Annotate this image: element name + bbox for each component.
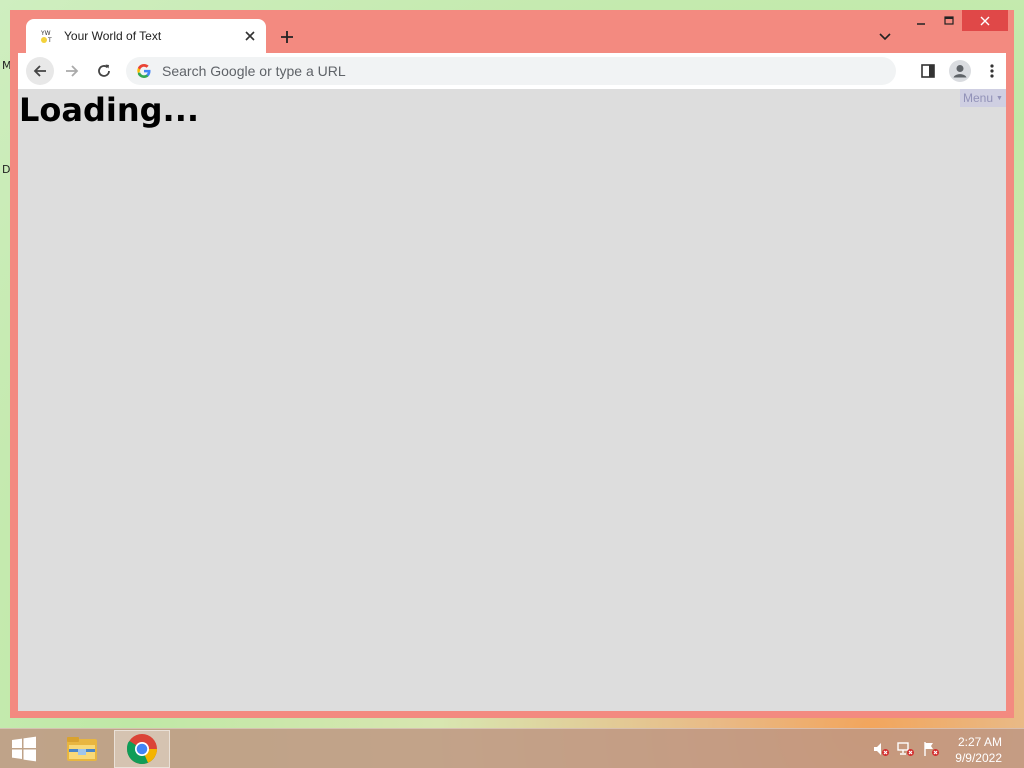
taskbar-file-explorer[interactable] (54, 730, 110, 768)
tab-title: Your World of Text (64, 29, 162, 43)
back-button[interactable] (26, 57, 54, 85)
maximize-button[interactable] (936, 10, 962, 31)
windows-logo-icon (12, 736, 36, 762)
minimize-icon (917, 22, 925, 25)
page-menu-button[interactable]: Menu ▼ (960, 89, 1006, 107)
more-vertical-icon (990, 64, 994, 78)
maximize-icon (944, 15, 954, 25)
start-button[interactable] (0, 729, 48, 768)
browser-menu-button[interactable] (978, 57, 1006, 85)
folder-icon (67, 737, 97, 761)
chrome-window: YW T Your World of Text Search Google or… (10, 10, 1014, 718)
side-panel-icon (921, 64, 935, 78)
tab-close-button[interactable] (242, 28, 258, 44)
tab-search-button[interactable] (874, 26, 896, 48)
arrow-right-icon (66, 65, 79, 77)
taskbar: 2:27 AM 9/9/2022 (0, 728, 1024, 768)
minimize-button[interactable] (906, 10, 936, 31)
svg-text:T: T (47, 37, 52, 44)
svg-text:YW: YW (40, 30, 51, 37)
volume-muted-icon[interactable] (872, 741, 890, 757)
loading-text: Loading... (19, 91, 199, 129)
side-panel-button[interactable] (914, 57, 942, 85)
omnibox-input[interactable] (160, 62, 896, 80)
action-center-flag-icon[interactable] (922, 741, 940, 757)
profile-button[interactable] (946, 57, 974, 85)
close-icon (245, 31, 255, 41)
plus-icon (281, 31, 293, 43)
yw-ot-favicon-icon: YW T (40, 28, 56, 44)
forward-button[interactable] (58, 57, 86, 85)
close-window-button[interactable] (962, 10, 1008, 31)
menu-label: Menu (963, 91, 994, 105)
tab-your-world-of-text[interactable]: YW T Your World of Text (26, 19, 266, 53)
page-content[interactable]: Loading... Menu ▼ (18, 89, 1006, 711)
network-disconnected-icon[interactable] (897, 741, 915, 757)
new-tab-button[interactable] (276, 26, 298, 48)
taskbar-google-chrome[interactable] (114, 730, 170, 768)
reload-icon (98, 64, 110, 77)
profile-avatar-icon (949, 60, 971, 82)
chrome-logo-icon (127, 734, 157, 765)
arrow-left-icon (33, 65, 46, 77)
reload-button[interactable] (90, 57, 118, 85)
chevron-down-icon (879, 33, 891, 41)
clock-date: 9/9/2022 (955, 751, 1002, 765)
caret-down-icon: ▼ (996, 94, 1003, 102)
address-bar[interactable] (126, 57, 896, 85)
taskbar-clock[interactable]: 2:27 AM 9/9/2022 (955, 734, 1002, 766)
google-g-icon (137, 64, 151, 78)
browser-toolbar (18, 53, 1006, 89)
close-icon (980, 16, 990, 25)
clock-time: 2:27 AM (957, 735, 1002, 749)
